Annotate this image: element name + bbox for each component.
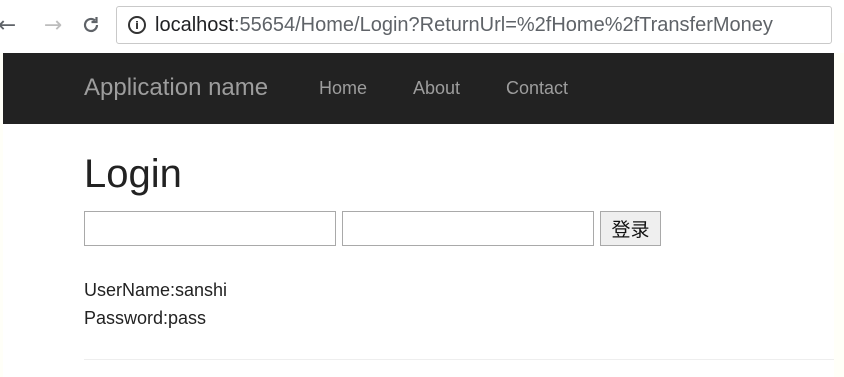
forward-arrow-icon[interactable]: → <box>40 10 66 40</box>
page-title: Login <box>84 152 182 196</box>
login-button[interactable]: 登录 <box>600 211 661 246</box>
nav-link-about[interactable]: About <box>413 78 460 99</box>
back-arrow-icon[interactable]: ← <box>0 10 20 40</box>
nav-link-home[interactable]: Home <box>319 78 367 99</box>
url-host: localhost <box>155 14 234 36</box>
browser-toolbar: ← → i localhost:55654/Home/Login?ReturnU… <box>0 0 844 53</box>
main-content: Login 登录 UserName:sanshi Password:pass <box>3 124 834 377</box>
url-path: :55654/Home/Login?ReturnUrl=%2fHome%2fTr… <box>233 14 773 36</box>
divider <box>84 359 834 360</box>
password-input[interactable] <box>342 211 594 246</box>
address-bar[interactable]: i localhost:55654/Home/Login?ReturnUrl=%… <box>116 6 832 44</box>
password-hint: Password:pass <box>84 308 207 328</box>
username-hint: UserName:sanshi <box>84 280 228 300</box>
brand-link[interactable]: Application name <box>84 74 268 102</box>
top-navbar: Application name Home About Contact <box>3 53 834 124</box>
info-icon[interactable]: i <box>128 16 146 34</box>
url-text[interactable]: localhost:55654/Home/Login?ReturnUrl=%2f… <box>155 14 773 37</box>
username-input[interactable] <box>84 211 336 246</box>
nav-link-contact[interactable]: Contact <box>506 78 568 99</box>
reload-icon[interactable] <box>78 10 104 40</box>
